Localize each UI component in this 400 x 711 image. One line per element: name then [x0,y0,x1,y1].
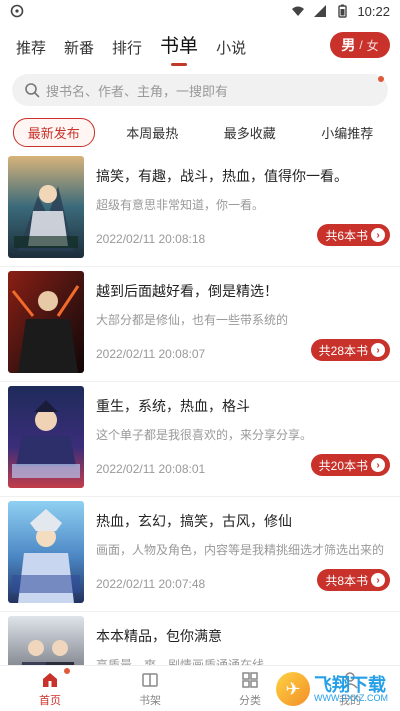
list-item[interactable]: 重生，系统，热血，格斗 这个单子都是我很喜欢的，来分享分享。 2022/02/1… [0,382,400,497]
search-container: 搜书名、作者、主角，一搜即有 [0,64,400,112]
list-description: 画面，人物及角色，内容等是我精挑细选才筛选出来的 [96,543,385,557]
filter-weekly-hot[interactable]: 本周最热 [112,119,192,146]
list-timestamp: 2022/02/11 20:08:07 [96,347,206,361]
list-title: 重生，系统，热血，格斗 [96,398,250,414]
wifi-icon [292,6,305,16]
watermark-logo: ✈ 飞翔下载 WWW.FXXZ.COM [276,671,394,707]
book-count-button[interactable]: 共8本书 › [317,569,390,591]
list-timestamp: 2022/02/11 20:08:18 [96,232,206,246]
home-icon [43,672,57,687]
top-navigation: 推荐 新番 排行 书单 小说 男 / 女 [0,22,400,64]
list-title: 搞笑，有趣，战斗，热血，值得你一看。 [96,168,348,184]
booklist-list: 搞笑，有趣，战斗，热血，值得你一看。 超级有意思非常知道，你一看。 2022/0… [0,152,400,665]
cover-image [8,271,84,373]
battery-icon [338,4,348,18]
status-time: 10:22 [357,3,390,19]
nav-bookshelf-label: 书架 [139,694,161,707]
chevron-right-icon: › [371,343,385,357]
nav-home-badge [64,667,70,674]
filter-most-favorites[interactable]: 最多收藏 [210,119,290,146]
signal-icon [314,5,327,17]
filter-editor-picks[interactable]: 小编推荐 [307,119,387,146]
search-icon [25,83,40,98]
chevron-right-icon: › [371,573,385,587]
book-count-button[interactable]: 共6本书 › [317,224,390,246]
gender-male[interactable]: 男 [341,35,355,55]
gender-toggle[interactable]: 男 / 女 [330,32,390,58]
gender-separator: / [359,38,363,52]
book-count-label: 共20本书 [318,458,368,473]
book-count-button[interactable]: 共28本书 › [310,339,390,361]
list-item[interactable]: 搞笑，有趣，战斗，热血，值得你一看。 超级有意思非常知道，你一看。 2022/0… [0,152,400,267]
watermark-main-text: 飞翔下载 [314,674,386,695]
list-title: 热血，玄幻，搞笑，古风，修仙 [96,513,292,529]
list-description: 超级有意思非常知道，你一看。 [96,198,265,212]
watermark-sub-text: WWW.FXXZ.COM [314,692,388,703]
nav-category-label: 分类 [239,694,261,707]
chevron-right-icon: › [371,228,385,242]
list-description: 这个单子都是我很喜欢的，来分享分享。 [96,428,313,442]
list-item[interactable]: 热血，玄幻，搞笑，古风，修仙 画面，人物及角色，内容等是我精挑细选才筛选出来的 … [0,497,400,612]
list-description: 大部分都是修仙，也有一些带系统的 [96,313,289,327]
search-notification-dot [378,76,384,82]
search-placeholder: 搜书名、作者、主角，一搜即有 [46,83,229,99]
nav-home[interactable]: 首页 [20,667,80,708]
tab-booklist[interactable]: 书单 [160,31,198,64]
list-title: 越到后面越好看，倒是精选！ [96,283,278,299]
cover-image [8,156,84,258]
filter-latest[interactable]: 最新发布 [12,118,95,147]
nav-category[interactable]: 分类 [220,670,280,708]
app-notification-icon [10,4,24,18]
list-item[interactable]: 越到后面越好看，倒是精选！ 大部分都是修仙，也有一些带系统的 2022/02/1… [0,267,400,382]
list-timestamp: 2022/02/11 20:08:01 [96,462,206,476]
nav-bookshelf[interactable]: 书架 [120,670,180,708]
book-count-label: 共6本书 [325,228,368,243]
list-description: 高质量，爽，剧情画质通通在线 [96,658,265,665]
book-icon [142,672,158,687]
gender-female[interactable]: 女 [367,37,379,54]
nav-home-label: 首页 [39,694,61,707]
tab-novel[interactable]: 小说 [216,37,246,64]
list-title: 本本精品，包你满意 [96,628,222,644]
watermark-icon: ✈ [276,672,310,706]
chevron-right-icon: › [371,458,385,472]
list-timestamp: 2022/02/11 20:07:48 [96,577,206,591]
search-input[interactable]: 搜书名、作者、主角，一搜即有 [12,74,388,106]
tab-new-series[interactable]: 新番 [64,37,94,64]
grid-icon [242,671,258,688]
tab-recommend[interactable]: 推荐 [16,37,46,64]
book-count-label: 共8本书 [325,573,368,588]
status-bar: 10:22 [0,0,400,22]
list-item[interactable]: 本本精品，包你满意 高质量，爽，剧情画质通通在线 [0,612,400,665]
cover-image [8,501,84,603]
book-count-label: 共28本书 [318,343,368,358]
sort-filters: 最新发布 本周最热 最多收藏 小编推荐 [0,112,400,151]
cover-image [8,386,84,488]
cover-image [8,616,84,665]
book-count-button[interactable]: 共20本书 › [310,454,390,476]
tab-ranking[interactable]: 排行 [112,37,142,64]
